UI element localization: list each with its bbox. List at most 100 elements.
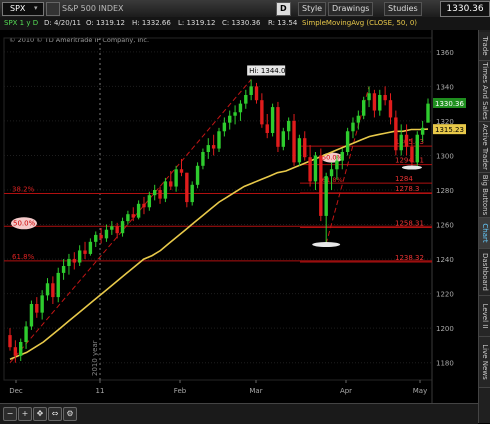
study-label: SimpleMovingAvg (CLOSE, 50, 0) — [302, 19, 418, 27]
pan-icon[interactable]: ⇔ — [48, 407, 62, 421]
candle-body — [303, 138, 307, 158]
candle-body — [345, 131, 350, 152]
side-panel: Trade Times And Sales Active Trader Big But… — [478, 30, 490, 423]
candle-body — [126, 214, 130, 222]
candle-body — [104, 229, 109, 239]
candle-body — [292, 120, 296, 163]
zoom-out-button[interactable]: − — [3, 407, 17, 421]
candle-body — [142, 203, 146, 208]
candle-body — [308, 157, 312, 182]
candle-body — [19, 342, 23, 356]
candle-body — [45, 283, 50, 296]
candle-body — [276, 107, 280, 147]
candle-body — [24, 326, 28, 342]
candle-body — [340, 152, 344, 161]
candle-body — [88, 241, 93, 254]
style-button[interactable]: Style — [298, 2, 327, 16]
side-tab-label: Big Buttons — [481, 174, 489, 216]
candle-body — [249, 86, 253, 95]
drag-tool-button[interactable]: ✥ — [33, 407, 47, 421]
y-tick-label: 1340 — [436, 83, 454, 91]
last-price: 1330.36 — [440, 1, 490, 17]
low-marker — [401, 165, 422, 170]
side-tab-big-buttons[interactable]: Big Buttons — [479, 173, 490, 218]
studies-button[interactable]: Studies — [384, 2, 422, 16]
y-tick-label: 1360 — [436, 49, 454, 57]
side-tab-label: Dashboard — [481, 253, 489, 291]
side-tab-label: Live News — [481, 344, 489, 380]
price-chart[interactable]: © 2010 © TD Ameritrade IP Company, Inc. … — [0, 30, 478, 403]
candle-body — [169, 181, 173, 187]
side-tab-active-trader[interactable]: Active Trader — [479, 122, 490, 173]
candle-body — [72, 259, 77, 263]
current-price-label: 1330.36 — [435, 100, 464, 108]
candle-body — [147, 195, 152, 208]
price-level-label: 1294.71 — [395, 157, 424, 165]
x-tick-label: Mar — [249, 387, 262, 395]
candle-body — [383, 95, 387, 101]
period-label: SPX 1 y D — [4, 19, 39, 27]
candle-body — [8, 335, 12, 348]
side-tab-live-news[interactable]: Live News — [479, 337, 490, 388]
candle-body — [158, 190, 162, 199]
candle-body — [324, 176, 328, 216]
candle-body — [40, 295, 44, 313]
candle-body — [206, 145, 210, 152]
candle-body — [426, 103, 430, 123]
candle-body — [120, 221, 125, 234]
candle-body — [163, 181, 168, 199]
candle-body — [195, 165, 200, 185]
sma-price-label: 1315.23 — [435, 126, 464, 134]
high-label: H: 1332.66 — [132, 19, 171, 27]
candle-body — [388, 100, 393, 118]
settings-icon[interactable]: ⚙ — [63, 407, 77, 421]
candle-body — [152, 190, 157, 196]
drawings-button[interactable]: Drawings — [328, 2, 374, 16]
candle-body — [404, 134, 409, 147]
zoom-in-button[interactable]: + — [18, 407, 32, 421]
side-tab-chart[interactable]: Chart — [479, 218, 490, 249]
candle-body — [228, 115, 232, 123]
candle-body — [110, 226, 114, 230]
side-tab-trade[interactable]: Trade — [479, 32, 490, 61]
candle-body — [222, 122, 227, 132]
price-level-label: 1284 — [395, 175, 413, 183]
candle-body — [244, 95, 248, 104]
fib-label: 50.0% — [13, 219, 36, 227]
candle-body — [56, 272, 60, 298]
candle-body — [319, 155, 323, 216]
candle-body — [394, 117, 398, 151]
year-label: 2010 year — [91, 340, 99, 376]
side-tab-level-ii[interactable]: Level II — [479, 296, 490, 337]
price-level-label: 1278.3 — [395, 185, 420, 193]
price-level-label: 1305.43 — [395, 138, 424, 146]
candle-body — [136, 203, 141, 218]
info-bar: SPX 1 y D D: 4/20/11 O: 1319.12 H: 1332.… — [0, 17, 490, 31]
candle-body — [351, 122, 355, 132]
candle-body — [238, 103, 243, 113]
symbol-lookup-button[interactable] — [46, 2, 60, 16]
price-level-label: 1238.32 — [395, 254, 424, 262]
candle-body — [77, 250, 82, 263]
side-tab-label: Trade — [481, 36, 489, 56]
fib-label: 38.2% — [12, 185, 35, 193]
side-tab-times-and-sales[interactable]: Times And Sales — [479, 61, 490, 122]
candle-body — [270, 107, 275, 133]
candle-body — [67, 259, 71, 266]
symbol-dropdown-icon[interactable]: ▾ — [34, 3, 38, 13]
side-tab-dashboard[interactable]: Dashboard — [479, 249, 490, 296]
timeframe-d-button[interactable]: D — [276, 2, 291, 16]
side-tab-label: Times And Sales — [481, 62, 489, 120]
y-tick-label: 1280 — [436, 187, 454, 195]
date-label: D: 4/20/11 — [44, 19, 81, 27]
open-label: O: 1319.12 — [86, 19, 125, 27]
candle-body — [233, 112, 237, 116]
side-tab-label: Chart — [481, 223, 489, 243]
symbol-text: SPX — [10, 4, 26, 13]
candle-body — [254, 86, 259, 101]
candle-body — [190, 184, 194, 203]
candle-body — [335, 160, 339, 170]
close-label: C: 1330.36 — [222, 19, 261, 27]
candle-body — [61, 266, 66, 273]
candle-body — [211, 145, 216, 149]
